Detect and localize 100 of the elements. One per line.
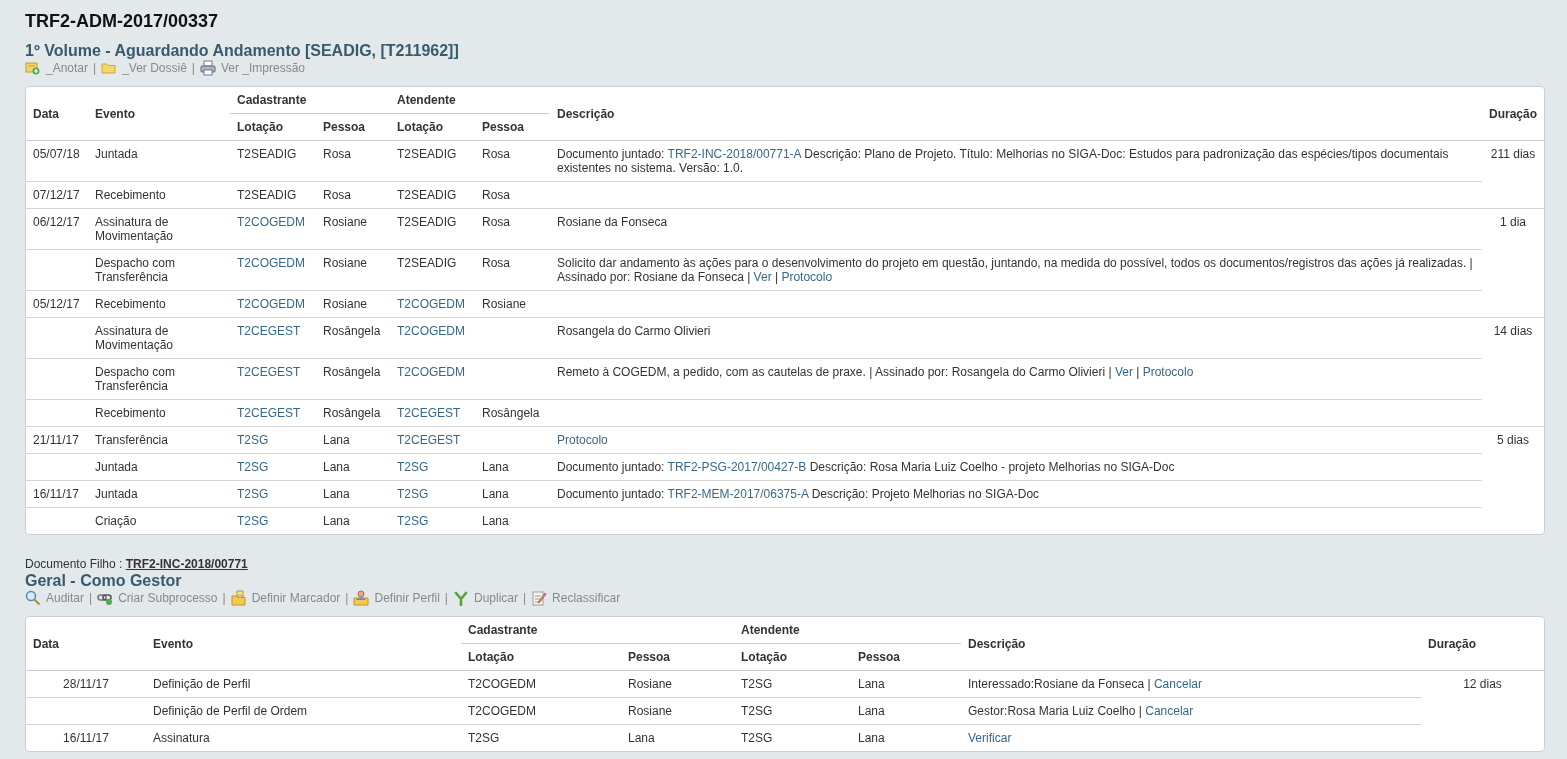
child-document-link[interactable]: TRF2-INC-2018/00771 — [125, 557, 248, 571]
table-cell-text: Rosiane — [323, 256, 368, 270]
table-cell-text: T2SG — [468, 731, 500, 745]
table-cell-text: Rosiane — [628, 704, 673, 718]
folder-icon — [101, 60, 118, 76]
table-cell-text: 14 dias — [1493, 324, 1533, 338]
table-cell-text: T2SG — [741, 704, 773, 718]
link[interactable]: Protocolo — [557, 433, 608, 447]
table-cell-text: 12 dias — [1463, 677, 1502, 691]
table-cell-text: Rosiane — [323, 297, 368, 311]
link[interactable]: Ver — [1114, 365, 1133, 379]
table-cell-text: Juntada — [95, 460, 138, 474]
column-header: Atendente — [390, 87, 551, 114]
link[interactable]: TRF2-INC-2018/00771-A — [667, 147, 801, 161]
table-cell-text: Lana — [858, 704, 885, 718]
table-cell-text: T2SG — [741, 677, 773, 691]
link[interactable]: Protocolo — [781, 270, 833, 284]
link[interactable]: Cancelar — [1145, 704, 1194, 718]
link[interactable]: T2SG — [397, 487, 429, 501]
table-cell-text: Rosângela — [482, 406, 540, 420]
user-icon — [353, 590, 370, 606]
column-header: Descrição — [550, 87, 1482, 141]
table-cell-text: Lana — [323, 460, 350, 474]
separator: | — [523, 591, 527, 605]
link[interactable]: T2SG — [397, 514, 429, 528]
table-cell-text: Rosa — [482, 256, 511, 270]
table-cell-text: Lana — [482, 514, 509, 528]
table-cell-text: Definição de Perfil de Ordem — [153, 704, 308, 718]
column-header: Descrição — [961, 617, 1421, 671]
link[interactable]: Cancelar — [1153, 677, 1202, 691]
link[interactable]: T2COGEDM — [397, 365, 466, 379]
section-heading: 1º Volume - Aguardando Andamento [SEADIG, [T211962]] — [25, 41, 460, 60]
link[interactable]: T2CEGEST — [237, 365, 301, 379]
column-header: Duração — [1421, 617, 1544, 671]
table-cell-text: 16/11/17 — [33, 487, 79, 501]
column-header: Cadastrante — [230, 87, 390, 114]
table-cell-text: T2SEADIG — [397, 215, 457, 229]
table-cell-text: 211 dias — [1490, 147, 1536, 161]
link[interactable]: T2SG — [237, 433, 269, 447]
table-cell-text: Rosa — [323, 188, 351, 202]
link[interactable]: T2SG — [237, 514, 269, 528]
table-cell-text: T2SEADIG — [397, 147, 457, 161]
table-cell-text: T2COGEDM — [468, 704, 536, 718]
column-header: Cadastrante — [461, 617, 734, 644]
link[interactable]: TRF2-PSG-2017/00427-B — [667, 460, 807, 474]
page-title: TRF2-ADM-2017/00337 — [25, 10, 220, 32]
folder-icon — [230, 590, 247, 606]
column-header: Lotação — [230, 113, 316, 141]
column-header: Data — [26, 617, 146, 671]
link[interactable]: T2CEGEST — [237, 406, 301, 420]
column-header: Duração — [1482, 87, 1544, 141]
table-cell-text: Despacho com Transferência — [95, 256, 176, 284]
column-header: Evento — [146, 617, 461, 671]
link[interactable]: T2COGEDM — [237, 215, 305, 229]
table-cell-text: 5 dias — [1497, 433, 1529, 447]
description-text: Interessado:Rosiane da Fonseca | Cancelar — [968, 677, 1202, 691]
link[interactable]: T2SG — [237, 487, 269, 501]
fork-icon — [452, 590, 469, 606]
table-cell-text: Despacho com Transferência — [95, 365, 176, 393]
link[interactable]: T2CEGEST — [237, 324, 301, 338]
table-cell-text: Rosângela — [323, 406, 381, 420]
note-icon — [25, 60, 41, 76]
link[interactable]: Verificar — [968, 731, 1012, 745]
table-cell-text: T2SEADIG — [237, 188, 297, 202]
table-cell-text: 28/11/17 — [63, 677, 109, 691]
table-cell-text: 05/12/17 — [33, 297, 80, 311]
column-header: Pessoa — [475, 113, 551, 141]
link[interactable]: Protocolo — [1142, 365, 1194, 379]
link[interactable]: T2COGEDM — [237, 256, 305, 270]
column-header: Lotação — [734, 643, 851, 671]
link[interactable]: T2SG — [237, 460, 269, 474]
table-cell-text: Lana — [858, 731, 885, 745]
link[interactable]: T2COGEDM — [397, 297, 466, 311]
link[interactable]: T2CEGEST — [397, 406, 461, 420]
separator: | — [345, 591, 349, 605]
table-cell-text: Rosiane — [628, 677, 673, 691]
column-header: Atendente — [734, 617, 962, 644]
edit-icon — [531, 590, 548, 606]
table-cell-text: Lana — [482, 487, 509, 501]
table-cell-text: Assinatura — [153, 731, 210, 745]
link[interactable]: TRF2-MEM-2017/06375-A — [667, 487, 809, 501]
table-cell-text: T2SEADIG — [397, 256, 457, 270]
table-cell-text: 1 dia — [1500, 215, 1526, 229]
link[interactable]: T2COGEDM — [237, 297, 305, 311]
link[interactable]: T2CEGEST — [397, 433, 461, 447]
printer-icon — [200, 60, 216, 76]
table-cell-text: Rosiane — [482, 297, 527, 311]
column-header: Pessoa — [851, 643, 962, 671]
description-text: Rosiane da Fonseca — [557, 215, 668, 229]
table-cell-text: Lana — [323, 487, 350, 501]
link[interactable]: T2SG — [397, 460, 429, 474]
link[interactable]: T2COGEDM — [397, 324, 466, 338]
column-header: Lotação — [390, 113, 475, 141]
link[interactable]: Ver — [753, 270, 772, 284]
table-cell-text: 16/11/17 — [63, 731, 109, 745]
table-cell-text: Rosângela — [323, 324, 381, 338]
description-text: Remeto à COGEDM, a pedido, com as cautelas de praxe. | Assinado por: Rosangela do Carmo Olivieri | Ver | Protocolo — [557, 365, 1194, 379]
table-cell-text: 07/12/17 — [33, 188, 80, 202]
separator: | — [444, 591, 448, 605]
table-cell-text: Rosa — [482, 188, 511, 202]
